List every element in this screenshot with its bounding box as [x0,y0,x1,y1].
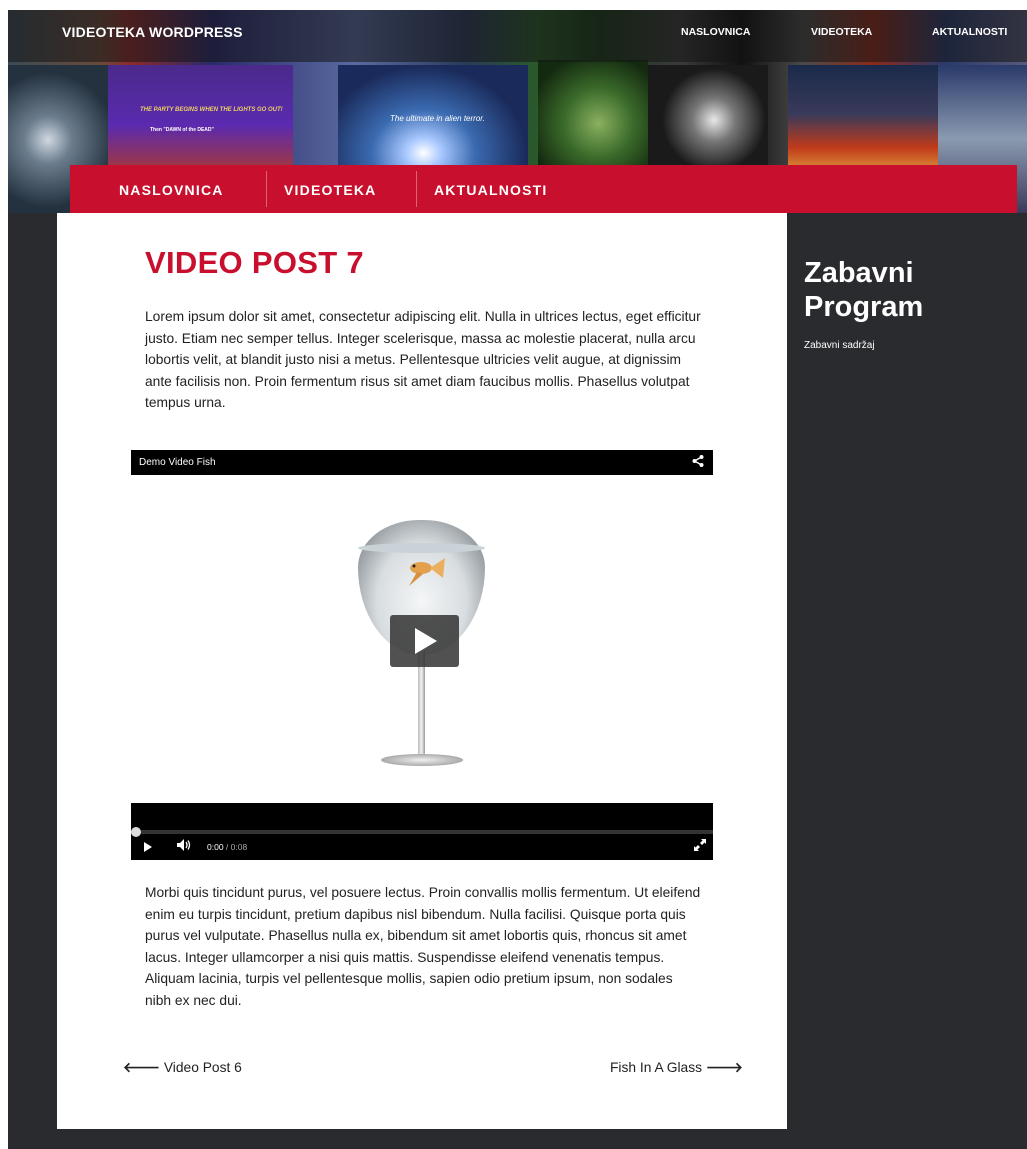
duration: / 0:08 [225,842,248,852]
poster-text: Then "DAWN of the DEAD" [150,127,214,133]
poster-image [538,60,648,175]
top-bar: VIDEOTEKA WORDPRESS NASLOVNICA VIDEOTEKA… [8,10,1027,62]
time-display: 0:00 / 0:08 [207,842,247,852]
scrubber-handle[interactable] [131,827,141,837]
post-paragraph: Morbi quis tincidunt purus, vel posuere … [145,885,701,1008]
poster-text: THE PARTY BEGINS WHEN THE LIGHTS GO OUT! [140,107,283,113]
header-banner: THE PARTY BEGINS WHEN THE LIGHTS GO OUT!… [8,10,1027,213]
post-paragraph: Lorem ipsum dolor sit amet, consectetur … [145,309,701,410]
arrow-right-icon: 🡒 [705,1060,743,1075]
site-title[interactable]: VIDEOTEKA WORDPRESS [62,24,243,40]
glass-foot [381,754,463,766]
progress-bar[interactable] [131,827,713,837]
top-nav-aktualnosti[interactable]: AKTUALNOSTI [932,26,1007,38]
top-nav-naslovnica[interactable]: NASLOVNICA [681,26,750,38]
fullscreen-icon[interactable] [694,839,706,854]
post-content: VIDEO POST 7 Lorem ipsum dolor sit amet,… [57,213,787,1129]
current-time: 0:00 [207,842,224,852]
main-nav-naslovnica[interactable]: NASLOVNICA [119,182,224,198]
goldfish-image [399,550,449,590]
poster-image: The ultimate in alien terror. [338,65,528,175]
share-icon[interactable] [691,454,705,471]
top-nav-videoteka[interactable]: VIDEOTEKA [811,26,872,38]
sidebar-title: Zabavni Program [804,257,924,323]
prev-post-link[interactable]: 🡐 Video Post 6 [123,1060,242,1076]
page-frame: THE PARTY BEGINS WHEN THE LIGHTS GO OUT!… [8,10,1027,1149]
sidebar-subtitle: Zabavni sadržaj [804,340,875,351]
next-post-link[interactable]: Fish In A Glass 🡒 [610,1060,743,1076]
play-icon[interactable] [144,842,152,852]
post-title: VIDEO POST 7 [145,245,364,280]
poster-text: The ultimate in alien terror. [390,114,485,123]
play-icon [415,628,437,654]
poster-image [788,65,938,175]
nav-divider [416,171,417,207]
video-frame[interactable] [131,475,713,803]
nav-divider [266,171,267,207]
poster-image [648,65,768,175]
arrow-left-icon: 🡐 [123,1060,160,1075]
video-title-bar: Demo Video Fish [131,450,713,475]
volume-icon[interactable] [177,839,191,854]
main-nav-aktualnosti[interactable]: AKTUALNOSTI [434,182,548,198]
next-post-label[interactable]: Fish In A Glass [610,1060,702,1075]
prev-post-label[interactable]: Video Post 6 [164,1060,242,1075]
play-button[interactable] [390,615,459,667]
main-nav-videoteka[interactable]: VIDEOTEKA [284,182,376,198]
video-controls: 0:00 / 0:08 [131,803,713,860]
main-nav: NASLOVNICA VIDEOTEKA AKTUALNOSTI [70,165,1017,213]
video-player[interactable]: Demo Video Fish 0:00 / 0:08 [131,450,713,860]
video-title[interactable]: Demo Video Fish [139,457,216,468]
